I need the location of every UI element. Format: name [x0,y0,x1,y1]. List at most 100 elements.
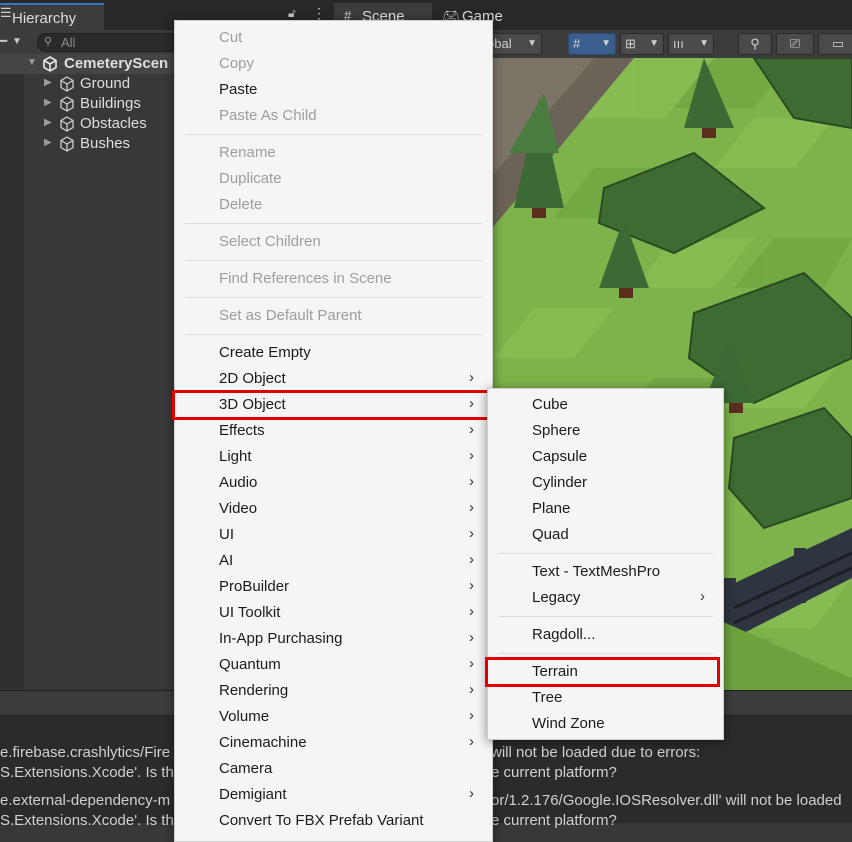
menu-item-label: Ragdoll... [532,626,596,643]
menu-item-cube[interactable]: Cube [488,392,723,418]
menu-item-3d-object[interactable]: 3D Object › [175,392,492,418]
snap-increment-button[interactable]: ⊞ ▼ [620,33,664,55]
chevron-right-icon: › [469,447,474,464]
menu-item-label: Audio [219,474,258,491]
console-line-right: e current platform? [491,812,617,829]
menu-item-sphere[interactable]: Sphere [488,418,723,444]
expand-arrow-icon[interactable]: ▼ [27,57,37,68]
menu-item-find-references-in-scene[interactable]: Find References in Scene [175,266,492,292]
menu-item-rendering[interactable]: Rendering › [175,678,492,704]
menu-item-terrain[interactable]: Terrain [488,659,723,685]
menu-item-light[interactable]: Light › [175,444,492,470]
expand-arrow-icon[interactable]: ▶ [44,117,52,128]
menu-item-label: Rename [219,144,276,161]
menu-item-ui-toolkit[interactable]: UI Toolkit › [175,600,492,626]
menu-item-duplicate[interactable]: Duplicate [175,166,492,192]
chevron-right-icon: › [469,681,474,698]
menu-item-ragdoll[interactable]: Ragdoll... [488,622,723,648]
menu-item-text-textmeshpro[interactable]: Text - TextMeshPro [488,559,723,585]
chevron-right-icon: › [469,707,474,724]
menu-item-create-empty[interactable]: Create Empty [175,340,492,366]
menu-item-cylinder[interactable]: Cylinder [488,470,723,496]
chevron-right-icon: › [469,785,474,802]
scene-name: CemeteryScen [64,55,169,72]
menu-item-label: Rendering [219,682,289,699]
menu-item-copy[interactable]: Copy [175,51,492,77]
menu-item-quantum[interactable]: Quantum › [175,652,492,678]
menu-item-label: Cut [219,29,243,46]
menu-item-label: Set as Default Parent [219,307,362,324]
menu-item-label: ProBuilder [219,578,290,595]
chevron-down-icon: ▼ [601,38,611,49]
menu-item-plane[interactable]: Plane [488,496,723,522]
menu-item-set-as-default-parent[interactable]: Set as Default Parent [175,303,492,329]
ruler-icon: ııı [673,36,684,51]
menu-item-label: Create Empty [219,344,311,361]
tree-row-label: Obstacles [80,115,147,132]
menu-item-paste-as-child[interactable]: Paste As Child [175,103,492,129]
menu-separator [498,653,713,654]
menu-item-label: Sphere [532,422,581,439]
tab-hierarchy[interactable]: Hierarchy [0,3,104,30]
hierarchy-search-input[interactable]: ⚲ All [37,33,179,52]
menu-item-label: Cinemachine [219,734,307,751]
menu-item-label: Volume [219,708,270,725]
menu-item-quad[interactable]: Quad [488,522,723,548]
chevron-down-icon: ▼ [649,38,659,49]
video-button[interactable]: ▭ [818,33,852,55]
menu-item-convert-to-fbx-prefab-variant[interactable]: Convert To FBX Prefab Variant [175,808,492,834]
menu-item-label: Select Children [219,233,321,250]
gameobject-cube-icon [60,116,74,132]
menu-separator [185,260,482,261]
menu-item-delete[interactable]: Delete [175,192,492,218]
menu-item-probuilder[interactable]: ProBuilder › [175,574,492,600]
gameobject-cube-icon [60,136,74,152]
menu-item-demigiant[interactable]: Demigiant › [175,782,492,808]
chevron-down-icon[interactable]: ▼ [12,36,22,47]
menu-item-video[interactable]: Video › [175,496,492,522]
chevron-right-icon: › [469,629,474,646]
menu-item-ui[interactable]: UI › [175,522,492,548]
expand-arrow-icon[interactable]: ▶ [44,77,52,88]
menu-item-label: UI [219,526,234,543]
menu-item-cut[interactable]: Cut [175,25,492,51]
console-line-right: will not be loaded due to errors: [491,744,701,761]
menu-item-tree[interactable]: Tree [488,685,723,711]
menu-item-audio[interactable]: Audio › [175,470,492,496]
menu-item-wind-zone[interactable]: Wind Zone [488,711,723,737]
camera-button[interactable]: ⎚ [776,33,814,55]
console-line-left: S.Extensions.Xcode'. Is th [0,764,174,781]
gameobject-cube-icon [60,96,74,112]
unity-scene-icon [43,56,57,72]
menu-item-capsule[interactable]: Capsule [488,444,723,470]
menu-item-legacy[interactable]: Legacy › [488,585,723,611]
menu-item-cinemachine[interactable]: Cinemachine › [175,730,492,756]
menu-item-volume[interactable]: Volume › [175,704,492,730]
expand-arrow-icon[interactable]: ▶ [44,137,52,148]
menu-item-paste[interactable]: Paste [175,77,492,103]
menu-item-label: Tree [532,689,563,706]
lock-icon[interactable]: 🔓︎ [288,6,296,21]
search-scene-button[interactable]: ⚲ [738,33,772,55]
menu-item-label: Video [219,500,258,517]
menu-item-label: Legacy [532,589,581,606]
console-line-left: S.Extensions.Xcode'. Is th [0,812,174,829]
expand-arrow-icon[interactable]: ▶ [44,97,52,108]
menu-item-select-children[interactable]: Select Children [175,229,492,255]
menu-item-label: 3D Object [219,396,286,413]
menu-item-rename[interactable]: Rename [175,140,492,166]
menu-separator [185,223,482,224]
menu-item-ai[interactable]: AI › [175,548,492,574]
camera-icon: ⎚ [789,36,801,51]
menu-separator [498,616,713,617]
chevron-right-icon: › [469,603,474,620]
menu-item-in-app-purchasing[interactable]: In-App Purchasing › [175,626,492,652]
add-icon[interactable]: ━ [0,34,7,48]
menu-item-2d-object[interactable]: 2D Object › [175,366,492,392]
hamburger-icon[interactable]: ☰ [0,5,12,21]
menu-item-camera[interactable]: Camera [175,756,492,782]
ruler-toggle-button[interactable]: ııı ▼ [668,33,714,55]
menu-item-effects[interactable]: Effects › [175,418,492,444]
menu-separator [498,553,713,554]
grid-snapping-button[interactable]: # ▼ [568,33,616,55]
